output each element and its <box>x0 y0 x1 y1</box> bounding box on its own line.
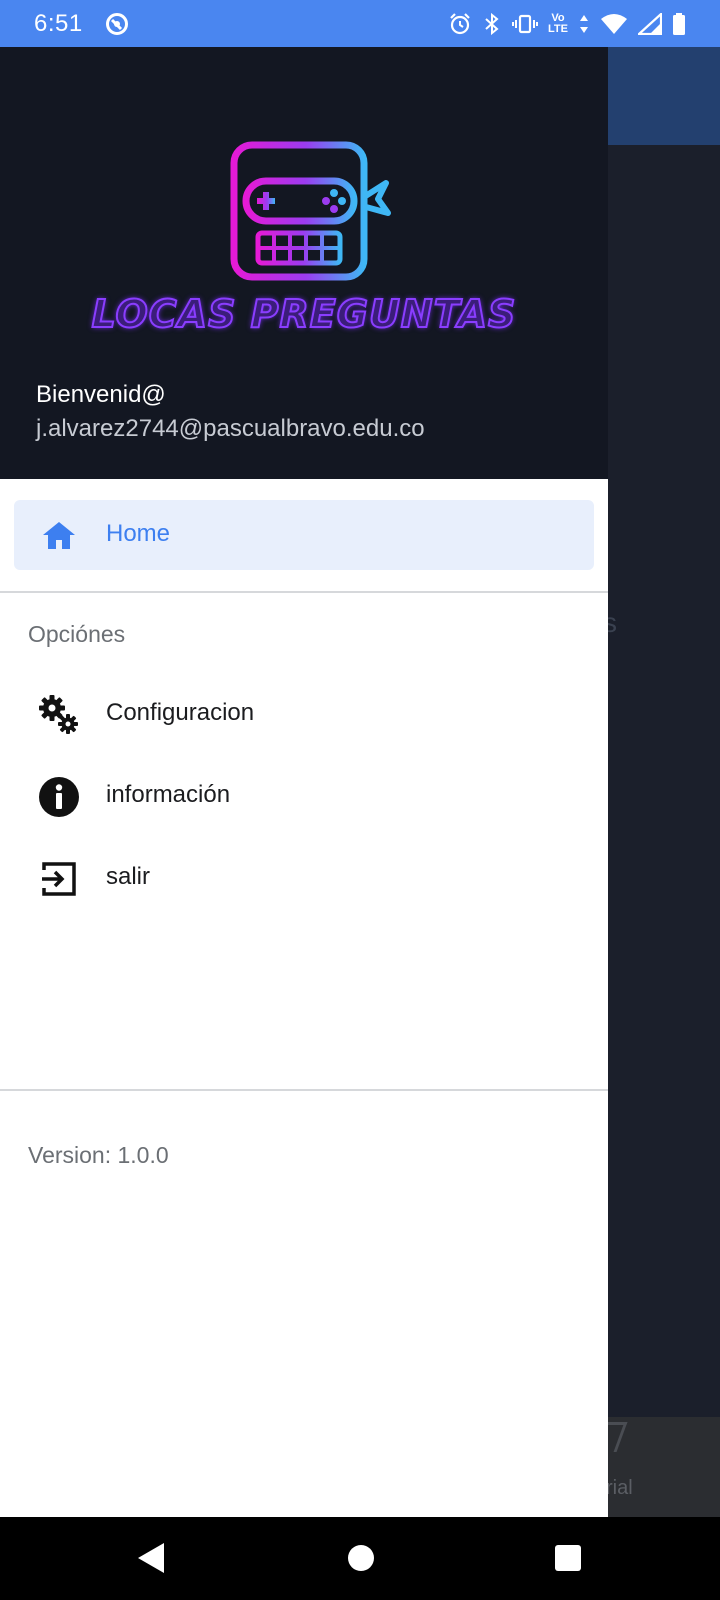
drawer-item-home[interactable]: Home <box>14 500 594 570</box>
alarm-icon <box>450 12 470 34</box>
exit-icon <box>42 862 76 896</box>
home-nav-button[interactable] <box>348 1545 374 1571</box>
drawer-item-salir[interactable]: salir <box>0 841 608 911</box>
background-tab-label: rial <box>606 1477 633 1499</box>
signal-icon <box>638 12 662 35</box>
app-notification-icon <box>105 12 129 36</box>
section-title: Opciónes <box>28 621 126 647</box>
user-email: j.alvarez2744@pascualbravo.edu.co <box>36 415 425 442</box>
home-icon <box>43 522 75 549</box>
drawer-item-home-label: Home <box>106 520 171 547</box>
gamepad-logo-icon <box>230 141 391 281</box>
system-navigation-bar <box>0 1517 720 1600</box>
battery-icon <box>673 12 685 35</box>
drawer-item-label: información <box>106 781 231 808</box>
vibrate-icon <box>512 14 539 33</box>
version-text: Version: 1.0.0 <box>28 1142 169 1168</box>
divider <box>0 1089 608 1091</box>
back-icon[interactable] <box>136 1541 166 1575</box>
volte-indicator: Vo LTE <box>548 11 568 35</box>
data-arrows-icon <box>580 14 588 33</box>
recents-button[interactable] <box>555 1545 581 1571</box>
info-icon <box>39 777 79 817</box>
status-time: 6:51 <box>34 9 83 37</box>
status-bar: 6:51 Vo LTE <box>0 0 720 47</box>
divider <box>0 591 608 593</box>
welcome-text: Bienvenid@ <box>36 381 166 408</box>
wifi-icon <box>601 13 627 34</box>
drawer-item-informacion[interactable]: información <box>0 759 608 829</box>
drawer-item-label: salir <box>106 863 151 890</box>
app-title: LOCAS PREGUNTAS <box>91 291 517 337</box>
lte-label: LTE <box>548 22 568 35</box>
drawer-item-label: Configuracion <box>106 699 255 726</box>
status-icons: Vo LTE <box>448 12 686 36</box>
drawer-item-configuracion[interactable]: Configuracion <box>0 677 608 747</box>
drawer-header: LOCAS PREGUNTAS Bienvenid@ j.alvarez2744… <box>0 47 608 479</box>
navigation-drawer: LOCAS PREGUNTAS Bienvenid@ j.alvarez2744… <box>0 47 608 1517</box>
volte-label: Vo <box>551 11 565 24</box>
bluetooth-icon <box>485 12 499 35</box>
gears-icon <box>39 695 78 734</box>
